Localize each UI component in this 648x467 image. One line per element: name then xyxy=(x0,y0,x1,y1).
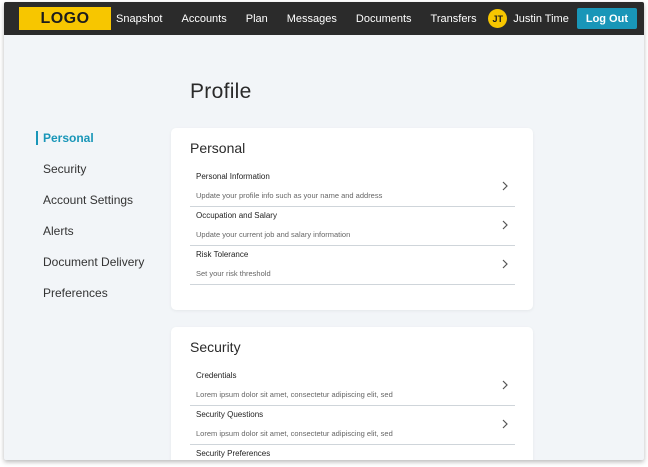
nav-documents[interactable]: Documents xyxy=(356,13,412,25)
row-title: Risk Tolerance xyxy=(196,250,249,259)
row-description: Set your risk threshold xyxy=(196,269,271,278)
main-nav: Snapshot Accounts Plan Messages Document… xyxy=(116,2,496,35)
chevron-right-icon xyxy=(502,380,508,390)
row-description: Update your profile info such as your na… xyxy=(196,191,383,200)
logo[interactable]: LOGO xyxy=(19,7,111,30)
sidebar-nav: Personal Security Account Settings Alert… xyxy=(36,130,144,316)
app-window: LOGO Snapshot Accounts Plan Messages Doc… xyxy=(4,2,644,460)
chevron-right-icon xyxy=(502,259,508,269)
personal-card: Personal Personal Information Update you… xyxy=(171,128,533,310)
sidebar-item-alerts[interactable]: Alerts xyxy=(36,223,144,254)
chevron-right-icon xyxy=(502,220,508,230)
row-occupation-salary[interactable]: Occupation and Salary Update your curren… xyxy=(190,207,515,246)
avatar[interactable]: JT xyxy=(488,9,508,28)
security-card: Security Credentials Lorem ipsum dolor s… xyxy=(171,327,533,460)
card-title: Personal xyxy=(190,140,246,156)
chevron-right-icon xyxy=(502,181,508,191)
logout-button[interactable]: Log Out xyxy=(576,8,637,29)
user-area: JT Justin Time Log Out xyxy=(488,2,637,35)
row-description: Lorem ipsum dolor sit amet, consectetur … xyxy=(196,390,393,399)
row-title: Personal Information xyxy=(196,172,270,181)
sidebar-item-personal[interactable]: Personal xyxy=(36,130,144,161)
row-description: Lorem ipsum dolor sit amet, consectetur … xyxy=(196,429,393,438)
row-title: Credentials xyxy=(196,371,237,380)
sidebar-item-document-delivery[interactable]: Document Delivery xyxy=(36,254,144,285)
nav-messages[interactable]: Messages xyxy=(287,13,337,25)
row-title: Security Preferences xyxy=(196,449,271,458)
top-navigation-bar: LOGO Snapshot Accounts Plan Messages Doc… xyxy=(4,2,644,35)
row-personal-information[interactable]: Personal Information Update your profile… xyxy=(190,168,515,207)
sidebar-item-account-settings[interactable]: Account Settings xyxy=(36,192,144,223)
row-title: Occupation and Salary xyxy=(196,211,277,220)
card-title: Security xyxy=(190,339,241,355)
row-security-preferences[interactable]: Security Preferences xyxy=(190,445,515,460)
sidebar-item-security[interactable]: Security xyxy=(36,161,144,192)
nav-transfers[interactable]: Transfers xyxy=(431,13,477,25)
user-name[interactable]: Justin Time xyxy=(513,13,569,25)
page-title: Profile xyxy=(190,80,252,103)
row-description: Update your current job and salary infor… xyxy=(196,230,351,239)
chevron-right-icon xyxy=(502,419,508,429)
row-credentials[interactable]: Credentials Lorem ipsum dolor sit amet, … xyxy=(190,367,515,406)
row-risk-tolerance[interactable]: Risk Tolerance Set your risk threshold xyxy=(190,246,515,285)
nav-snapshot[interactable]: Snapshot xyxy=(116,13,162,25)
nav-accounts[interactable]: Accounts xyxy=(181,13,226,25)
row-security-questions[interactable]: Security Questions Lorem ipsum dolor sit… xyxy=(190,406,515,445)
sidebar-item-preferences[interactable]: Preferences xyxy=(36,285,144,316)
row-title: Security Questions xyxy=(196,410,264,419)
nav-plan[interactable]: Plan xyxy=(246,13,268,25)
